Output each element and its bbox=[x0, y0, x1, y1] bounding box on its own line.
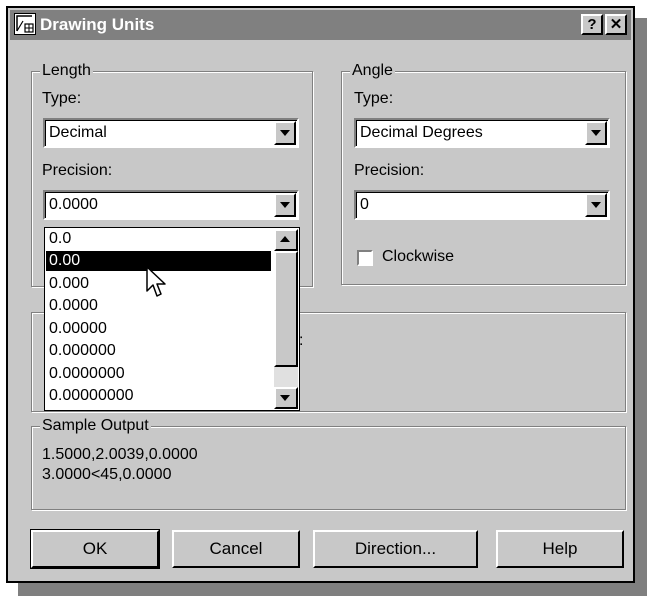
list-item[interactable]: 0.0000000 bbox=[46, 364, 271, 384]
list-item[interactable]: 0.00000000 bbox=[46, 386, 271, 406]
scroll-up-button[interactable] bbox=[274, 229, 298, 251]
sample-output-legend: Sample Output bbox=[40, 417, 151, 435]
angle-type-select[interactable]: Decimal Degrees bbox=[354, 118, 610, 148]
list-item[interactable]: 0.00000 bbox=[46, 319, 271, 339]
angle-precision-label: Precision: bbox=[354, 162, 425, 179]
help-button[interactable]: Help bbox=[496, 530, 624, 568]
angle-precision-select[interactable]: 0 bbox=[354, 190, 610, 220]
scroll-thumb[interactable] bbox=[274, 251, 298, 367]
sample-output-line-1: 1.5000,2.0039,0.0000 bbox=[42, 446, 198, 463]
length-precision-select[interactable]: 0.0000 bbox=[43, 190, 299, 220]
close-button[interactable]: ✕ bbox=[605, 14, 627, 35]
chevron-down-icon bbox=[280, 395, 290, 401]
title-bar[interactable]: Drawing Units ? ✕ bbox=[10, 10, 631, 40]
length-type-select[interactable]: Decimal bbox=[43, 118, 299, 148]
scroll-down-button[interactable] bbox=[274, 387, 298, 409]
drawing-units-dialog: Drawing Units ? ✕ Length Type: Decimal P… bbox=[6, 6, 635, 583]
length-type-value: Decimal bbox=[49, 124, 107, 141]
angle-type-label: Type: bbox=[354, 90, 394, 107]
length-precision-dropdown-button[interactable] bbox=[274, 193, 296, 217]
length-type-dropdown-button[interactable] bbox=[274, 121, 296, 145]
chevron-down-icon bbox=[280, 130, 290, 136]
question-icon: ? bbox=[587, 16, 597, 33]
angle-type-dropdown-button[interactable] bbox=[585, 121, 607, 145]
length-type-label: Type: bbox=[42, 90, 82, 107]
list-item[interactable]: 0.000000 bbox=[46, 341, 271, 361]
drawing-units-icon bbox=[14, 13, 36, 35]
sample-output-line-2: 3.0000<45,0.0000 bbox=[42, 466, 172, 483]
close-icon: ✕ bbox=[609, 16, 623, 33]
angle-precision-value: 0 bbox=[360, 196, 369, 213]
angle-type-value: Decimal Degrees bbox=[360, 124, 483, 141]
cancel-button[interactable]: Cancel bbox=[172, 530, 300, 568]
direction-button[interactable]: Direction... bbox=[313, 530, 478, 568]
clockwise-label[interactable]: Clockwise bbox=[382, 248, 454, 266]
ok-button[interactable]: OK bbox=[30, 529, 160, 569]
chevron-up-icon bbox=[280, 236, 290, 242]
dropdown-scrollbar[interactable] bbox=[274, 229, 298, 409]
list-item[interactable]: 0.0 bbox=[46, 229, 271, 249]
clockwise-checkbox[interactable] bbox=[357, 250, 373, 266]
chevron-down-icon bbox=[591, 202, 601, 208]
help-question-button[interactable]: ? bbox=[581, 14, 603, 35]
length-legend: Length bbox=[40, 62, 93, 80]
mouse-pointer-icon bbox=[146, 266, 166, 297]
chevron-down-icon bbox=[280, 202, 290, 208]
angle-legend: Angle bbox=[350, 62, 395, 80]
length-precision-value: 0.0000 bbox=[49, 196, 98, 213]
precision-dropdown-list[interactable]: 0.0 0.00 0.000 0.0000 0.00000 0.000000 0… bbox=[44, 227, 300, 411]
angle-precision-dropdown-button[interactable] bbox=[585, 193, 607, 217]
dialog-title: Drawing Units bbox=[40, 15, 155, 34]
chevron-down-icon bbox=[591, 130, 601, 136]
length-precision-label: Precision: bbox=[42, 162, 113, 179]
